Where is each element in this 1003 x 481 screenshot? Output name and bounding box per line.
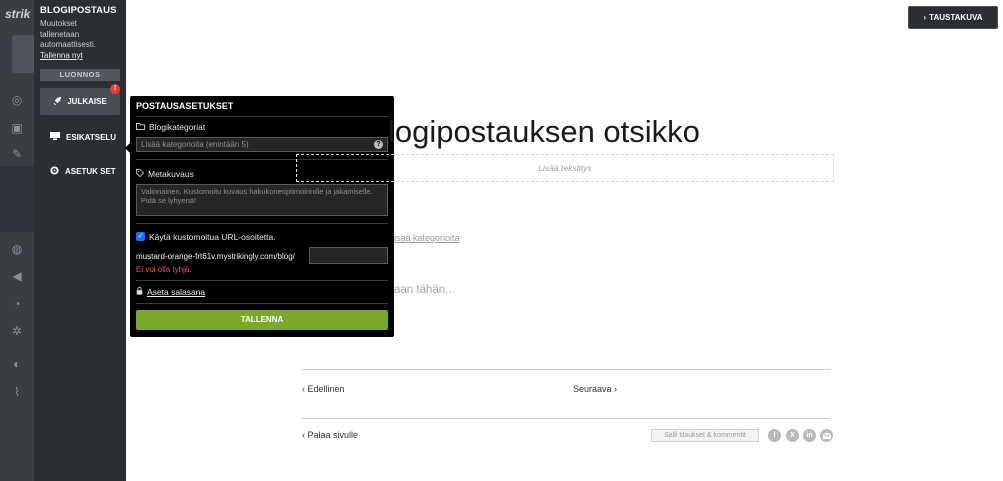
next-post-link[interactable]: Seuraava ›: [573, 384, 617, 394]
next-label: Seuraava: [573, 384, 612, 394]
allow-comments-button[interactable]: Salli tilaukset & kommentit: [651, 429, 759, 442]
facebook-icon[interactable]: f: [768, 429, 781, 442]
subtitle-field[interactable]: Lisää tekstitys: [296, 154, 834, 182]
chevron-right-icon: ›: [923, 13, 927, 22]
autosave-note: Muutokset tallenetaan automaattisesti. T…: [40, 19, 118, 61]
settings-rail-icon[interactable]: ✲: [10, 324, 24, 338]
blog-icon[interactable]: ✎: [10, 147, 24, 161]
linkedin-icon[interactable]: in: [803, 429, 816, 442]
url-error-message: Ei voi olla tyhjä.: [136, 265, 192, 274]
chevron-right-icon: ›: [611, 384, 618, 394]
post-settings-popover: POSTAUSASETUKSET Blogikategoriat Lisää k…: [130, 96, 394, 337]
custom-url-checkbox[interactable]: ✓: [136, 232, 145, 241]
x-icon[interactable]: X: [786, 429, 799, 442]
publish-alert-badge: !: [110, 84, 120, 94]
divider: [136, 116, 388, 117]
add-category-link[interactable]: isää kategorioita: [394, 233, 460, 243]
category-label-row: Blogikategoriat: [136, 122, 205, 132]
save-now-link[interactable]: Tallenna nyt: [40, 51, 118, 62]
app-rail: strik ◎ ▣ ✎ ◍ ◀ ◔ ✲ ◐ ⌇: [0, 0, 36, 481]
pages-icon[interactable]: ◎: [10, 93, 24, 107]
megaphone-icon[interactable]: ◀: [10, 269, 24, 283]
back-button[interactable]: [12, 35, 36, 73]
analytics-icon[interactable]: ◔: [10, 297, 24, 311]
divider: [136, 280, 388, 281]
wifi-icon[interactable]: ⌇: [10, 385, 24, 399]
url-slug-input[interactable]: [309, 247, 388, 264]
draft-status-badge: LUONNOS: [40, 69, 120, 81]
rail-active-section: [0, 166, 34, 232]
autosave-text: Muutokset tallenetaan automaattisesti.: [40, 19, 97, 49]
password-row: Aseta salasana: [136, 287, 205, 297]
custom-url-label: Käytä kustomoitua URL-osoitetta.: [149, 232, 276, 242]
set-password-link[interactable]: Aseta salasana: [147, 287, 205, 297]
app-logo: strik: [5, 7, 31, 21]
url-prefix: mustard-orange-frt61v.mystrikingly.com/b…: [136, 252, 295, 261]
publish-label: JULKAISE: [67, 97, 107, 106]
tag-icon: [136, 169, 145, 179]
settings-button[interactable]: ASETUK SET: [40, 158, 120, 184]
category-placeholder: Lisää kategorioita (enintään 5): [141, 140, 249, 149]
users-icon[interactable]: ◍: [10, 242, 24, 256]
divider: [136, 223, 388, 224]
background-image-label: TAUSTAKUVA: [929, 13, 983, 22]
panel-title: BLOGIPOSTAUS: [40, 5, 117, 16]
divider: [136, 303, 388, 304]
email-icon[interactable]: [820, 429, 833, 442]
store-icon[interactable]: ▣: [10, 121, 24, 135]
gear-icon: [50, 165, 59, 177]
nav-divider: [302, 369, 831, 370]
post-body-placeholder[interactable]: aan tähän...: [394, 284, 455, 296]
meta-label: Metakuvaus: [148, 169, 194, 179]
meta-description-textarea[interactable]: Valinnainen. Kustomoitu kuvaus hakukoneo…: [136, 184, 388, 216]
settings-label: ASETUK SET: [65, 166, 116, 176]
rocket-icon: [53, 96, 62, 107]
theme-icon[interactable]: ◐: [10, 357, 24, 371]
preview-icon: [50, 132, 60, 142]
post-title[interactable]: logipostauksen otsikko: [388, 114, 700, 150]
category-input[interactable]: Lisää kategorioita (enintään 5) ?: [136, 137, 388, 152]
preview-button[interactable]: ESIKATSELU: [40, 124, 120, 150]
lock-icon: [136, 287, 143, 297]
category-label: Blogikategoriat: [149, 122, 206, 132]
back-to-page-link[interactable]: ‹ Palaa sivulle: [302, 430, 358, 440]
meta-label-row: Metakuvaus: [136, 169, 194, 179]
background-image-button[interactable]: › TAUSTAKUVA: [908, 6, 998, 29]
save-button[interactable]: TALLENNA: [136, 310, 388, 330]
help-icon[interactable]: ?: [374, 140, 383, 149]
footer-divider: [302, 418, 831, 419]
blog-post-panel: BLOGIPOSTAUS Muutokset tallenetaan autom…: [34, 0, 126, 481]
previous-label: Edellinen: [307, 384, 345, 394]
back-label: Palaa sivulle: [307, 430, 359, 440]
preview-label: ESIKATSELU: [66, 132, 117, 142]
folder-icon: [136, 122, 145, 132]
previous-post-link[interactable]: ‹ Edellinen: [302, 384, 345, 394]
popover-title: POSTAUSASETUKSET: [136, 101, 234, 111]
publish-button[interactable]: JULKAISE: [40, 88, 120, 115]
